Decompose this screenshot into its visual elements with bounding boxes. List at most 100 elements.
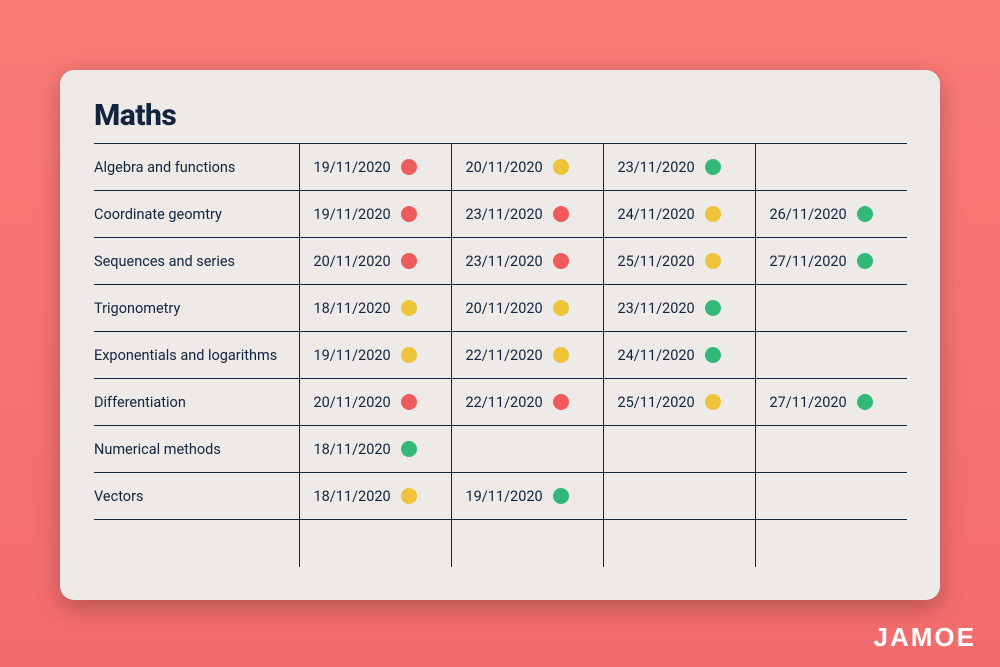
table-row: Sequences and series 20/11/2020 23/11/2020…	[94, 238, 907, 285]
red-dot-icon	[553, 253, 569, 269]
topic-label: Exponentials and logarithms	[94, 347, 277, 364]
attempt-date: 25/11/2020	[618, 253, 695, 270]
red-dot-icon	[553, 394, 569, 410]
topic-label: Sequences and series	[94, 253, 235, 270]
red-dot-icon	[401, 394, 417, 410]
attempt-date: 23/11/2020	[618, 159, 695, 176]
amber-dot-icon	[553, 347, 569, 363]
attempt-date: 18/11/2020	[314, 441, 391, 458]
amber-dot-icon	[705, 394, 721, 410]
attempt: 22/11/2020	[466, 347, 591, 364]
brand-logo: JAMOE	[874, 622, 976, 653]
study-table: Algebra and functions 19/11/2020 20/11/202…	[94, 143, 907, 567]
attempt-date: 23/11/2020	[618, 300, 695, 317]
attempt: 23/11/2020	[466, 206, 591, 223]
amber-dot-icon	[401, 347, 417, 363]
green-dot-icon	[705, 159, 721, 175]
amber-dot-icon	[401, 300, 417, 316]
green-dot-icon	[857, 253, 873, 269]
attempt-cell: 23/11/2020	[451, 238, 603, 285]
attempt-cell: 18/11/2020	[299, 473, 451, 520]
table-row: Algebra and functions 19/11/2020 20/11/202…	[94, 144, 907, 191]
attempt-date: 20/11/2020	[314, 394, 391, 411]
attempt-cell: 27/11/2020	[755, 238, 907, 285]
red-dot-icon	[553, 206, 569, 222]
topic-label: Coordinate geomtry	[94, 206, 222, 223]
attempt: 26/11/2020	[770, 206, 896, 223]
attempt-date: 27/11/2020	[770, 394, 847, 411]
attempt-date: 18/11/2020	[314, 488, 391, 505]
empty-cell	[603, 520, 755, 567]
attempt-cell: 27/11/2020	[755, 379, 907, 426]
attempt-cell	[755, 144, 907, 191]
attempt: 20/11/2020	[314, 253, 439, 270]
attempt-cell	[603, 426, 755, 473]
attempt-cell	[451, 426, 603, 473]
attempt-cell	[755, 426, 907, 473]
attempt-date: 27/11/2020	[770, 253, 847, 270]
attempt-cell: 23/11/2020	[603, 285, 755, 332]
attempt-cell: 20/11/2020	[451, 285, 603, 332]
empty-cell	[299, 520, 451, 567]
amber-dot-icon	[705, 206, 721, 222]
topic-cell: Sequences and series	[94, 238, 299, 285]
amber-dot-icon	[705, 253, 721, 269]
attempt: 24/11/2020	[618, 206, 743, 223]
attempt: 20/11/2020	[466, 159, 591, 176]
topic-cell: Trigonometry	[94, 285, 299, 332]
attempt: 25/11/2020	[618, 253, 743, 270]
topic-cell: Differentiation	[94, 379, 299, 426]
attempt: 27/11/2020	[770, 394, 896, 411]
green-dot-icon	[401, 441, 417, 457]
attempt-date: 25/11/2020	[618, 394, 695, 411]
attempt: 20/11/2020	[466, 300, 591, 317]
topic-cell: Coordinate geomtry	[94, 191, 299, 238]
green-dot-icon	[857, 206, 873, 222]
attempt: 22/11/2020	[466, 394, 591, 411]
topic-cell: Algebra and functions	[94, 144, 299, 191]
topic-cell: Vectors	[94, 473, 299, 520]
attempt-date: 26/11/2020	[770, 206, 847, 223]
attempt: 18/11/2020	[314, 441, 439, 458]
amber-dot-icon	[553, 159, 569, 175]
table-row: Trigonometry 18/11/2020 20/11/2020 23/11/20…	[94, 285, 907, 332]
attempt-cell: 26/11/2020	[755, 191, 907, 238]
table-row	[94, 520, 907, 567]
red-dot-icon	[401, 253, 417, 269]
attempt-cell: 19/11/2020	[299, 332, 451, 379]
attempt-cell: 18/11/2020	[299, 285, 451, 332]
attempt-cell: 19/11/2020	[299, 144, 451, 191]
topic-label: Algebra and functions	[94, 159, 235, 176]
attempt-cell: 24/11/2020	[603, 332, 755, 379]
attempt: 27/11/2020	[770, 253, 896, 270]
attempt-cell: 23/11/2020	[451, 191, 603, 238]
topic-label: Numerical methods	[94, 441, 221, 458]
table-row: Numerical methods 18/11/2020	[94, 426, 907, 473]
attempt-cell: 22/11/2020	[451, 379, 603, 426]
topic-cell: Exponentials and logarithms	[94, 332, 299, 379]
attempt-cell: 19/11/2020	[451, 473, 603, 520]
attempt-cell: 19/11/2020	[299, 191, 451, 238]
attempt-date: 20/11/2020	[466, 159, 543, 176]
attempt-cell: 25/11/2020	[603, 238, 755, 285]
attempt-date: 23/11/2020	[466, 206, 543, 223]
attempt-date: 19/11/2020	[466, 488, 543, 505]
attempt-cell: 18/11/2020	[299, 426, 451, 473]
attempt: 24/11/2020	[618, 347, 743, 364]
attempt-date: 20/11/2020	[314, 253, 391, 270]
attempt-date: 18/11/2020	[314, 300, 391, 317]
topic-label: Trigonometry	[94, 300, 180, 317]
table-row: Differentiation 20/11/2020 22/11/2020 25/11…	[94, 379, 907, 426]
red-dot-icon	[401, 159, 417, 175]
attempt: 20/11/2020	[314, 394, 439, 411]
attempt: 19/11/2020	[314, 347, 439, 364]
table-row: Coordinate geomtry 19/11/2020 23/11/2020 24…	[94, 191, 907, 238]
attempt-cell: 20/11/2020	[299, 238, 451, 285]
attempt-cell	[755, 473, 907, 520]
attempt: 19/11/2020	[314, 206, 439, 223]
attempt-cell: 20/11/2020	[451, 144, 603, 191]
attempt: 25/11/2020	[618, 394, 743, 411]
attempt-date: 20/11/2020	[466, 300, 543, 317]
attempt: 19/11/2020	[314, 159, 439, 176]
green-dot-icon	[705, 300, 721, 316]
